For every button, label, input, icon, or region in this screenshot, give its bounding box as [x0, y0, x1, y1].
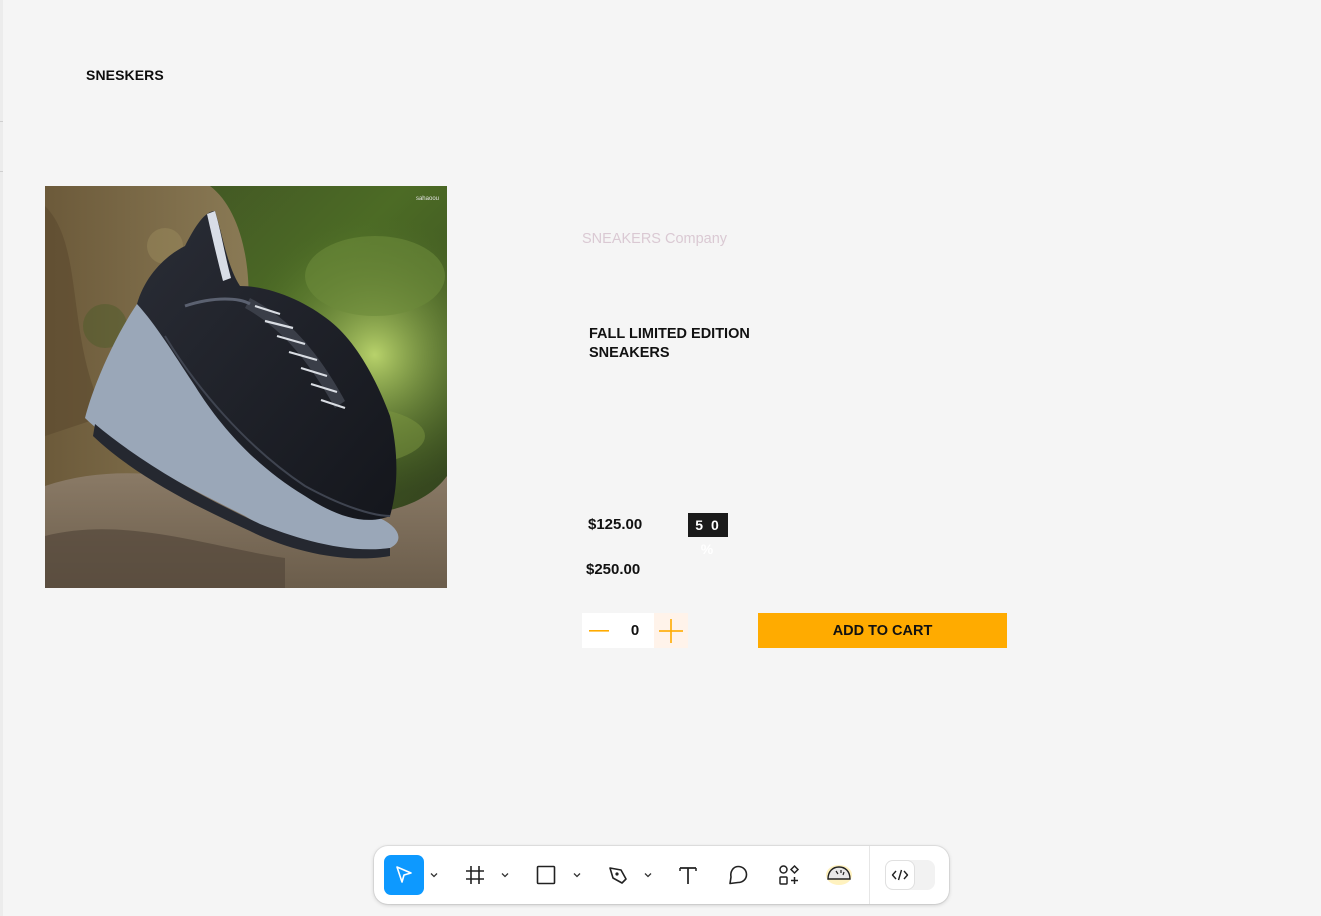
company-name: SNEAKERS Company: [582, 231, 728, 247]
dev-mode-toggle[interactable]: [885, 860, 935, 890]
product-title: FALL LIMITED EDITION SNEAKERS: [589, 326, 750, 361]
move-tool-button[interactable]: [384, 855, 424, 895]
increase-quantity-button[interactable]: [654, 613, 688, 648]
discount-badge: 5 0 %: [688, 513, 728, 557]
brand-logo: SNESKERS: [86, 67, 164, 83]
add-to-cart-button[interactable]: ADD TO CART: [758, 613, 1007, 648]
actions-tool-button[interactable]: [769, 855, 809, 895]
dev-mode-knob: [886, 861, 914, 889]
original-price: $250.00: [586, 561, 641, 578]
quantity-stepper: 0: [582, 613, 688, 648]
toolbar-divider: [869, 846, 870, 904]
plugin-icon: [826, 865, 852, 885]
chevron-down-icon: [430, 873, 438, 878]
sneaker-photo: [45, 186, 447, 588]
chevron-down-icon: [573, 873, 581, 878]
frame-icon: [466, 866, 484, 884]
plus-icon: [659, 618, 683, 643]
current-price: $125.00: [588, 516, 643, 533]
pen-tool-button[interactable]: [598, 855, 638, 895]
plugin-tool-button[interactable]: [819, 855, 859, 895]
frame-tool-dropdown[interactable]: [499, 867, 511, 883]
decrease-quantity-button[interactable]: [582, 613, 616, 648]
shape-tool-button[interactable]: [526, 855, 566, 895]
comment-icon: [729, 865, 748, 885]
pen-icon: [609, 867, 627, 884]
text-icon: [679, 867, 697, 884]
canvas-edge: [0, 0, 3, 916]
code-icon: [891, 869, 909, 881]
minus-icon: [589, 629, 609, 632]
chevron-down-icon: [644, 873, 652, 878]
shape-tool-dropdown[interactable]: [571, 867, 583, 883]
rectangle-icon: [536, 865, 556, 885]
cursor-icon: [396, 866, 412, 883]
text-tool-button[interactable]: [668, 855, 708, 895]
product-image[interactable]: sahaoou: [45, 186, 447, 588]
pen-tool-dropdown[interactable]: [642, 867, 654, 883]
quantity-value[interactable]: 0: [616, 622, 654, 639]
photo-watermark: sahaoou: [415, 196, 439, 202]
frame-tool-button[interactable]: [455, 855, 495, 895]
actions-icon: [779, 864, 800, 885]
move-tool-dropdown[interactable]: [428, 867, 440, 883]
comment-tool-button[interactable]: [718, 855, 758, 895]
design-toolbar: [374, 846, 949, 904]
chevron-down-icon: [501, 873, 509, 878]
